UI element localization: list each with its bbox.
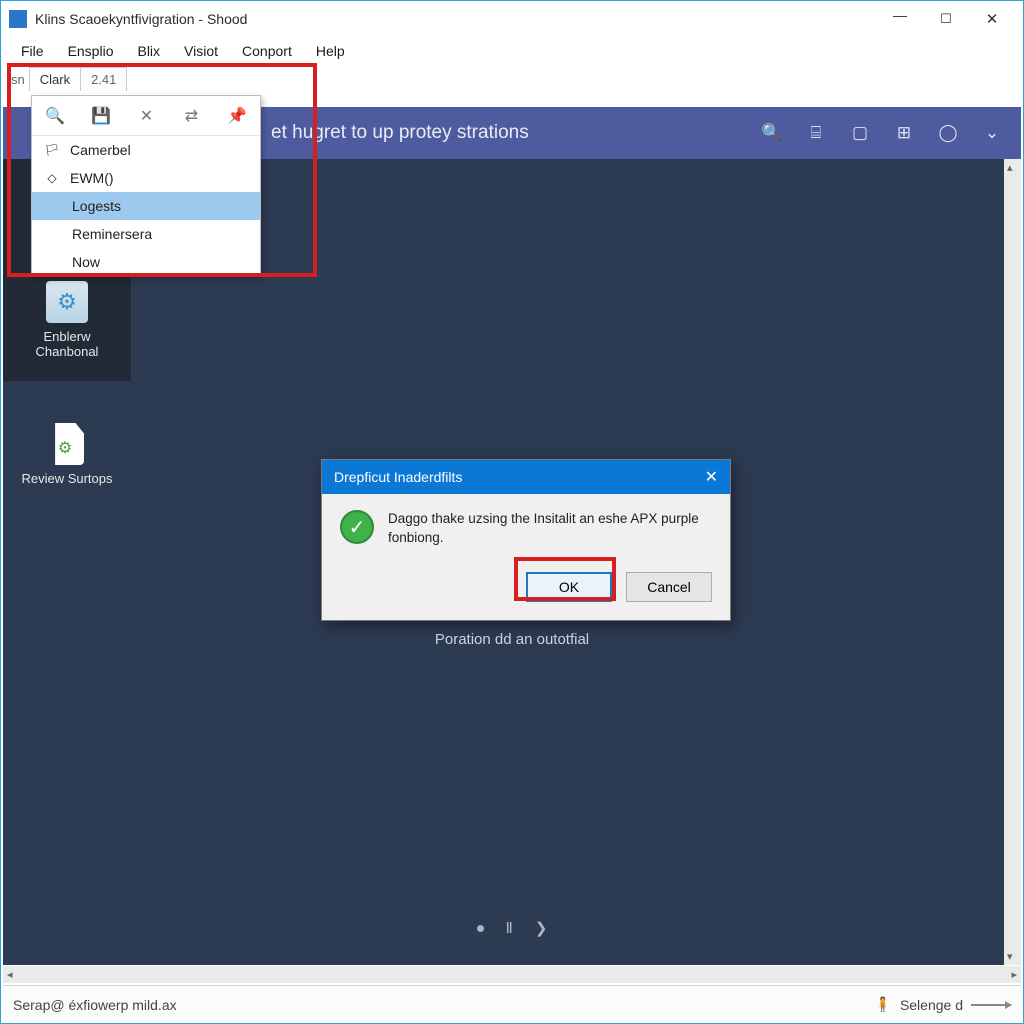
- next-icon[interactable]: ❯: [535, 919, 548, 937]
- titlebar: Klins Scaoekyntfivigration - Shood: [1, 1, 1023, 37]
- dropdown-toolbar: 🔍 💾 ✕ ⇄ 📌: [32, 96, 260, 136]
- desktop-icon-label: Review Surtops: [17, 471, 117, 486]
- desktop-icon-enblerw[interactable]: Enblerw Chanbonal: [17, 281, 117, 359]
- person-icon: 🧍: [874, 996, 892, 1014]
- modal-dialog: Drepficut Inaderdfilts ✕ ✓ Daggo thake u…: [321, 459, 731, 621]
- close-icon[interactable]: ✕: [138, 107, 155, 125]
- menu-conport[interactable]: Conport: [230, 39, 304, 63]
- carousel-dot[interactable]: [477, 925, 484, 932]
- tab-241[interactable]: 2.41: [81, 67, 127, 91]
- arrow-icon: [971, 1004, 1011, 1006]
- menu-file[interactable]: File: [9, 39, 56, 63]
- modal-title-text: Drepficut Inaderdfilts: [334, 469, 462, 485]
- app-icon: [9, 10, 27, 28]
- status-right: 🧍 Selenge d: [874, 996, 1011, 1014]
- menu-blix[interactable]: Blix: [125, 39, 172, 63]
- vertical-scrollbar[interactable]: [1004, 159, 1021, 965]
- save-icon[interactable]: 💾: [92, 107, 110, 125]
- desktop-icon-review[interactable]: Review Surtops: [17, 423, 117, 486]
- menu-visiot[interactable]: Visiot: [172, 39, 230, 63]
- dropdown-panel: 🔍 💾 ✕ ⇄ 📌 🏳 Camerbel ◇ EWM() Logests Rem…: [31, 95, 261, 277]
- header-band-icons: 🔍 ⌸ ▢ ⊞ ◯ ⌄: [761, 122, 1003, 144]
- modal-close-button[interactable]: ✕: [705, 467, 718, 487]
- menubar: File Ensplio Blix Visiot Conport Help: [1, 37, 1023, 65]
- horizontal-scrollbar[interactable]: [3, 966, 1021, 983]
- tab-clark[interactable]: Clark: [29, 67, 81, 91]
- grid-icon[interactable]: ⊞: [893, 122, 915, 144]
- dropdown-item-label: Now: [72, 254, 100, 270]
- header-band-text: et hugret to up protey strations: [271, 122, 529, 144]
- pin-icon[interactable]: 📌: [228, 107, 246, 125]
- carousel-nav: Ⅱ ❯: [3, 919, 1021, 937]
- flag-icon: 🏳: [44, 142, 60, 158]
- tabstrip: sn Clark 2.41: [1, 65, 1023, 93]
- dropdown-item-label: Camerbel: [70, 142, 131, 158]
- user-icon[interactable]: ◯: [937, 122, 959, 144]
- dropdown-item-label: EWM(): [70, 170, 114, 186]
- dropdown-item-label: Reminersera: [72, 226, 152, 242]
- status-left: Serap@ éxfiowerp mild.ax: [13, 997, 177, 1013]
- modal-body: ✓ Daggo thake uzsing the Insitalit an es…: [322, 494, 730, 564]
- folder-icon[interactable]: ▢: [849, 122, 871, 144]
- pause-icon[interactable]: Ⅱ: [506, 919, 513, 937]
- close-window-button[interactable]: [969, 4, 1015, 34]
- menu-help[interactable]: Help: [304, 39, 357, 63]
- dropdown-item-logests[interactable]: Logests: [32, 192, 260, 220]
- window-title: Klins Scaoekyntfivigration - Shood: [35, 11, 877, 27]
- desktop-area: Enblerw Chanbonal Review Surtops Drepfic…: [3, 159, 1021, 965]
- modal-titlebar: Drepficut Inaderdfilts ✕: [322, 460, 730, 494]
- cancel-button[interactable]: Cancel: [626, 572, 712, 602]
- ok-button[interactable]: OK: [526, 572, 612, 602]
- modal-message: Daggo thake uzsing the Insitalit an eshe…: [388, 510, 712, 548]
- cast-icon[interactable]: ⌸: [805, 122, 827, 144]
- window-controls: [877, 4, 1015, 34]
- tab-prefix: sn: [7, 72, 29, 87]
- subtitle-text: Poration dd an outotfial: [3, 631, 1021, 648]
- document-gear-icon: [50, 423, 84, 465]
- dropdown-item-now[interactable]: Now: [32, 248, 260, 276]
- status-right-text: Selenge d: [900, 997, 963, 1013]
- dropdown-item-ewm[interactable]: ◇ EWM(): [32, 164, 260, 192]
- search-icon[interactable]: 🔍: [46, 107, 64, 125]
- dropdown-item-reminersera[interactable]: Reminersera: [32, 220, 260, 248]
- maximize-button[interactable]: [923, 4, 969, 34]
- diamond-icon: ◇: [44, 170, 60, 186]
- desktop-icon-label: Enblerw Chanbonal: [17, 329, 117, 359]
- modal-actions: OK Cancel: [322, 564, 730, 620]
- gear-icon: [46, 281, 88, 323]
- chevron-down-icon[interactable]: ⌄: [981, 122, 1003, 144]
- statusbar: Serap@ éxfiowerp mild.ax 🧍 Selenge d: [3, 985, 1021, 1023]
- search-icon[interactable]: 🔍: [761, 122, 783, 144]
- shuffle-icon[interactable]: ⇄: [183, 107, 200, 125]
- minimize-button[interactable]: [877, 4, 923, 34]
- check-icon: ✓: [340, 510, 374, 544]
- dropdown-item-label: Logests: [72, 198, 121, 214]
- menu-ensplio[interactable]: Ensplio: [56, 39, 126, 63]
- dropdown-item-camerbel[interactable]: 🏳 Camerbel: [32, 136, 260, 164]
